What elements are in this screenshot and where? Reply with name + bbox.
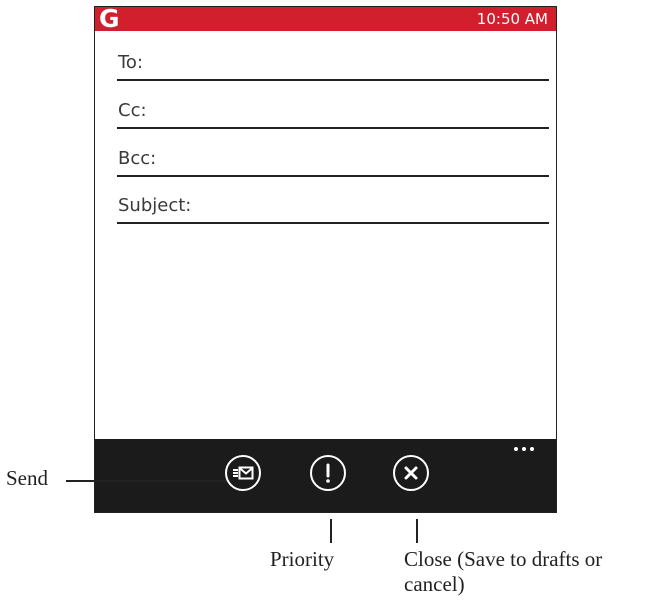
ellipsis-dot [514, 447, 518, 451]
cc-label: Cc: [118, 100, 147, 121]
status-time: 10:50 AM [476, 10, 548, 28]
to-label: To: [118, 52, 144, 73]
send-callout-label: Send [6, 466, 48, 490]
close-callout-label: Close (Save to drafts or cancel) [404, 547, 603, 596]
send-mail-icon [233, 466, 254, 480]
priority-exclamation-icon [326, 463, 330, 483]
priority-button[interactable] [310, 455, 346, 491]
close-x-icon [404, 466, 418, 480]
send-button[interactable] [225, 455, 261, 491]
app-bar [95, 439, 556, 512]
to-field[interactable]: To: [117, 41, 549, 81]
app-logo: G [99, 6, 120, 33]
ellipsis-dot [522, 447, 526, 451]
bcc-label: Bcc: [118, 148, 157, 169]
subject-label: Subject: [118, 195, 192, 216]
phone-screen: G 10:50 AM To: Cc: Bcc: Subject: [94, 6, 557, 513]
ellipsis-dot [530, 447, 534, 451]
status-bar: G 10:50 AM [95, 6, 556, 33]
bcc-field[interactable]: Bcc: [117, 137, 549, 177]
priority-callout-line [330, 519, 332, 543]
close-callout-line [416, 519, 418, 543]
send-callout-line [66, 480, 226, 482]
subject-field[interactable]: Subject: [117, 184, 549, 224]
priority-callout-label: Priority [270, 547, 335, 571]
cc-field[interactable]: Cc: [117, 89, 549, 129]
ellipsis-icon[interactable] [512, 444, 536, 454]
close-button[interactable] [393, 455, 429, 491]
